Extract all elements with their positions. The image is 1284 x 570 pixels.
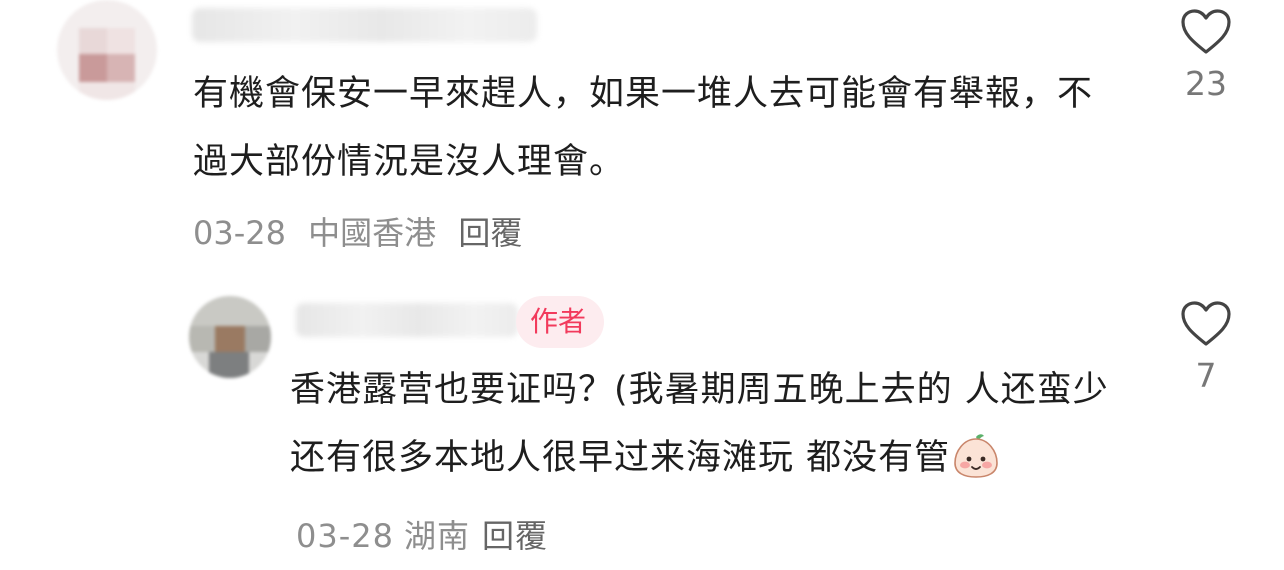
like-count: 7 [1195,356,1217,395]
reply-text: 香港露营也要证吗？(我暑期周五晚上去的 人还蛮少 还有很多本地人很早过来海滩玩 … [290,356,1120,570]
author-avatar[interactable] [189,296,271,378]
reply-button[interactable]: 回覆 [482,517,548,555]
author-badge: 作者 [516,296,605,348]
heart-icon[interactable] [1180,300,1232,348]
smiling-face-sticker-icon [952,433,1000,502]
like-control: 7 [1161,300,1251,395]
reply-date: 03-28 [296,517,394,555]
comment-2-reply: 作者 香港露营也要证吗？(我暑期周五晚上去的 人还蛮少 还有很多本地人很早过来海… [0,0,1284,567]
reply-meta: 03-28 湖南 回覆 [296,517,548,555]
reply-location: 湖南 [403,517,470,555]
author-username-blurred[interactable] [296,303,518,337]
